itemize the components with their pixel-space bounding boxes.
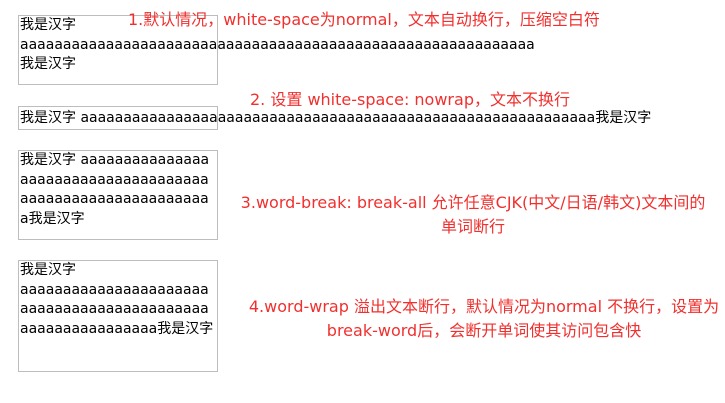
caption-break-all: 3.word-break: break-all 允许任意CJK(中文/日语/韩文…: [240, 193, 706, 236]
caption-nowrap: 2. 设置 white-space: nowrap，文本不换行: [250, 90, 570, 109]
demo-box-break-all: 我是汉字 aaaaaaaaaaaaaaaaaaaaaaaaaaaaaaaaaaa…: [18, 150, 218, 240]
caption-normal: 1.默认情况，white-space为normal，文本自动换行，压缩空白符: [128, 10, 600, 29]
caption-break-word: 4.word-wrap 溢出文本断行，默认情况为normal 不换行，设置为br…: [248, 297, 720, 340]
demo-box-break-word: 我是汉字 aaaaaaaaaaaaaaaaaaaaaaaaaaaaaaaaaaa…: [18, 260, 218, 372]
demo-box-nowrap: 我是汉字 aaaaaaaaaaaaaaaaaaaaaaaaaaaaaaaaaaa…: [18, 106, 651, 130]
